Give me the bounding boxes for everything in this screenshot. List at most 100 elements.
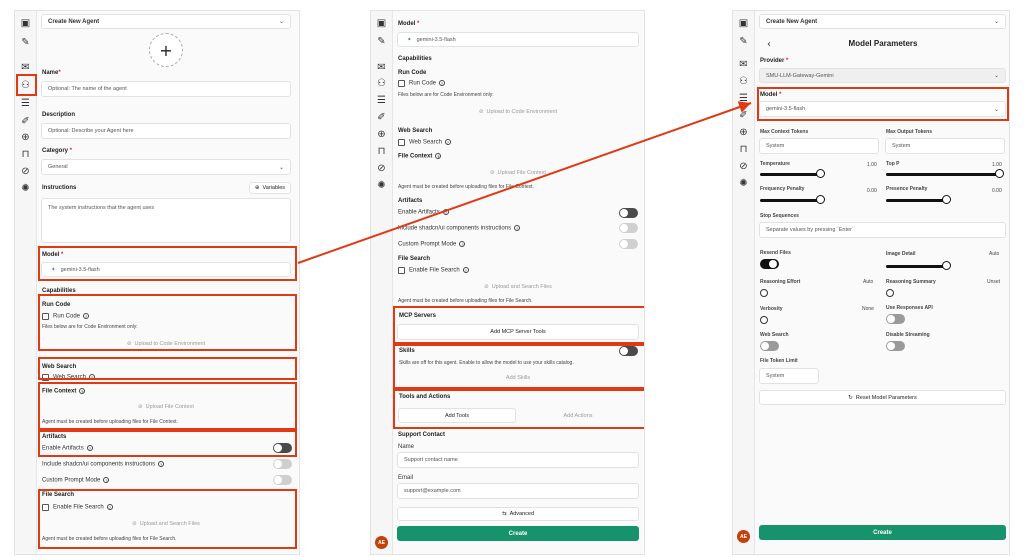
resend-files-toggle[interactable] — [760, 259, 779, 269]
chevron-down-icon: ⌄ — [993, 72, 999, 79]
bookmarks-icon[interactable]: ⊓ — [374, 145, 389, 158]
category-label: Category * — [42, 148, 73, 154]
agent-select-label: Create New Agent — [48, 18, 100, 25]
memories-icon[interactable]: ✐ — [374, 111, 389, 124]
panel-content: Create New Agent ⌄ + Name* Optional: The… — [37, 11, 299, 554]
provider-select[interactable]: SMU-LLM-Gateway-Gemini ⌄ — [759, 68, 1006, 83]
description-input[interactable]: Optional: Describe your Agent here — [41, 123, 291, 139]
panel-agent-builder-2: ▣ ✎ ✉ ⚇ ☰ ✐ ⊕ ⊓ ⊘ ✺ AE Model * ✦ gemini-3… — [370, 10, 645, 555]
shadcn-toggle[interactable] — [619, 223, 638, 233]
category-select[interactable]: General ⌄ — [41, 159, 291, 175]
shadcn-toggle[interactable] — [273, 459, 292, 469]
web-search-heading: Web Search — [398, 128, 433, 134]
enable-artifacts-label: Enable Artifacts? — [398, 209, 449, 216]
support-email-input[interactable]: support@example.com — [397, 483, 639, 499]
frequency-penalty-value: 0.00 — [867, 188, 877, 194]
settings-icon[interactable]: ✺ — [374, 179, 389, 192]
frequency-penalty-knob[interactable] — [816, 195, 825, 204]
mcp-icon[interactable]: ⊕ — [18, 131, 33, 144]
presence-penalty-slider[interactable] — [886, 199, 948, 202]
prompts-icon[interactable]: ☰ — [18, 97, 33, 110]
file-search-checkbox[interactable] — [398, 267, 405, 274]
run-code-checkbox[interactable] — [398, 80, 405, 87]
verbosity-radio[interactable] — [760, 316, 768, 324]
web-search-toggle[interactable] — [760, 341, 779, 351]
attach-files-icon[interactable]: ⊘ — [736, 160, 751, 173]
settings-icon[interactable]: ✺ — [736, 177, 751, 190]
custom-prompt-toggle[interactable] — [273, 475, 292, 485]
mcp-icon[interactable]: ⊕ — [736, 126, 751, 139]
chats-icon[interactable]: ✉ — [736, 58, 751, 71]
instructions-textarea[interactable]: The system instructions that the agent u… — [41, 198, 291, 243]
image-detail-value: Auto — [989, 251, 1000, 257]
variables-button[interactable]: ⊕ Variables — [249, 182, 291, 194]
avatar[interactable]: AE — [375, 536, 388, 549]
advanced-button[interactable]: ⇆ Advanced — [397, 507, 639, 521]
sidebar-toggle-icon[interactable]: ▣ — [736, 17, 751, 30]
new-chat-icon[interactable]: ✎ — [18, 36, 33, 49]
image-detail-knob[interactable] — [942, 261, 951, 270]
enable-artifacts-toggle[interactable] — [619, 208, 638, 218]
upload-search-files-button[interactable]: ⊘ Upload and Search Files — [397, 280, 639, 293]
web-search-checkbox[interactable] — [398, 139, 405, 146]
create-button[interactable]: Create — [397, 526, 639, 541]
file-token-limit-input[interactable]: System — [759, 368, 819, 384]
new-chat-icon[interactable]: ✎ — [374, 35, 389, 48]
temperature-slider[interactable] — [760, 173, 822, 176]
bookmarks-icon[interactable]: ⊓ — [736, 143, 751, 156]
panel-agent-builder-1: ▣ ✎ ✉ ⚇ ☰ ✐ ⊕ ⊓ ⊘ ✺ Create New Agent ⌄ +… — [14, 10, 300, 555]
custom-prompt-toggle[interactable] — [619, 239, 638, 249]
prompts-icon[interactable]: ☰ — [736, 92, 751, 105]
chats-icon[interactable]: ✉ — [18, 61, 33, 74]
reasoning-summary-radio[interactable] — [886, 289, 894, 297]
info-icon: ? — [439, 80, 446, 86]
upload-code-env-button[interactable]: ⊘ Upload to Code Environment — [397, 105, 639, 118]
attach-files-icon[interactable]: ⊘ — [18, 165, 33, 178]
temperature-slider-knob[interactable] — [816, 169, 825, 178]
model-select[interactable]: ✦ gemini-3.5-flash — [397, 32, 639, 47]
avatar[interactable]: AE — [737, 530, 750, 543]
new-chat-icon[interactable]: ✎ — [736, 35, 751, 48]
disable-streaming-toggle[interactable] — [886, 341, 905, 351]
mcp-icon[interactable]: ⊕ — [374, 128, 389, 141]
gemini-icon: ✦ — [407, 36, 412, 43]
settings-icon[interactable]: ✺ — [18, 182, 33, 195]
info-icon: ? — [462, 267, 469, 273]
chats-icon[interactable]: ✉ — [374, 61, 389, 74]
use-responses-toggle[interactable] — [886, 314, 905, 324]
agent-builder-icon[interactable]: ⚇ — [736, 75, 751, 88]
presence-penalty-value: 0.00 — [992, 188, 1002, 194]
reset-parameters-button[interactable]: ↻ Reset Model Parameters — [759, 390, 1006, 405]
attach-files-icon[interactable]: ⊘ — [374, 162, 389, 175]
frequency-penalty-slider[interactable] — [760, 199, 822, 202]
agent-select-dropdown[interactable]: Create New Agent ⌄ — [41, 14, 291, 29]
panel-model-parameters: ▣ ✎ ✉ ⚇ ☰ ✐ ⊕ ⊓ ⊘ ✺ AE Create New Agent … — [732, 10, 1010, 555]
reasoning-effort-radio[interactable] — [760, 289, 768, 297]
image-detail-slider[interactable] — [886, 265, 948, 268]
upload-file-context-button[interactable]: ⊘ Upload File Context — [397, 166, 639, 179]
sidebar-toggle-icon[interactable]: ▣ — [374, 17, 389, 30]
stop-sequences-input[interactable]: Separate values by pressing `Enter` — [759, 222, 1006, 238]
highlight-agent-icon — [16, 74, 37, 96]
bookmarks-icon[interactable]: ⊓ — [18, 148, 33, 161]
presence-penalty-knob[interactable] — [942, 195, 951, 204]
avatar-upload-button[interactable]: + — [149, 33, 183, 67]
chevron-down-icon: ⌄ — [278, 18, 284, 25]
plus-icon: + — [159, 40, 173, 60]
run-code-heading: Run Code — [398, 70, 427, 76]
sidebar-toggle-icon[interactable]: ▣ — [18, 17, 33, 30]
top-p-slider[interactable] — [886, 173, 999, 176]
create-button[interactable]: Create — [759, 525, 1006, 540]
file-search-label: Enable File Search? — [409, 267, 469, 274]
chevron-down-icon: ⌄ — [278, 163, 284, 171]
top-p-slider-knob[interactable] — [995, 169, 1004, 178]
agent-select-dropdown[interactable]: Create New Agent ⌄ — [759, 14, 1006, 29]
max-output-input[interactable]: System — [885, 138, 1005, 154]
max-context-input[interactable]: System — [759, 138, 879, 154]
support-name-input[interactable]: Support contact name — [397, 452, 639, 468]
memories-icon[interactable]: ✐ — [736, 109, 751, 122]
memories-icon[interactable]: ✐ — [18, 115, 33, 128]
name-input[interactable]: Optional: The name of the agent — [41, 81, 291, 97]
agent-builder-icon[interactable]: ⚇ — [374, 77, 389, 90]
prompts-icon[interactable]: ☰ — [374, 94, 389, 107]
